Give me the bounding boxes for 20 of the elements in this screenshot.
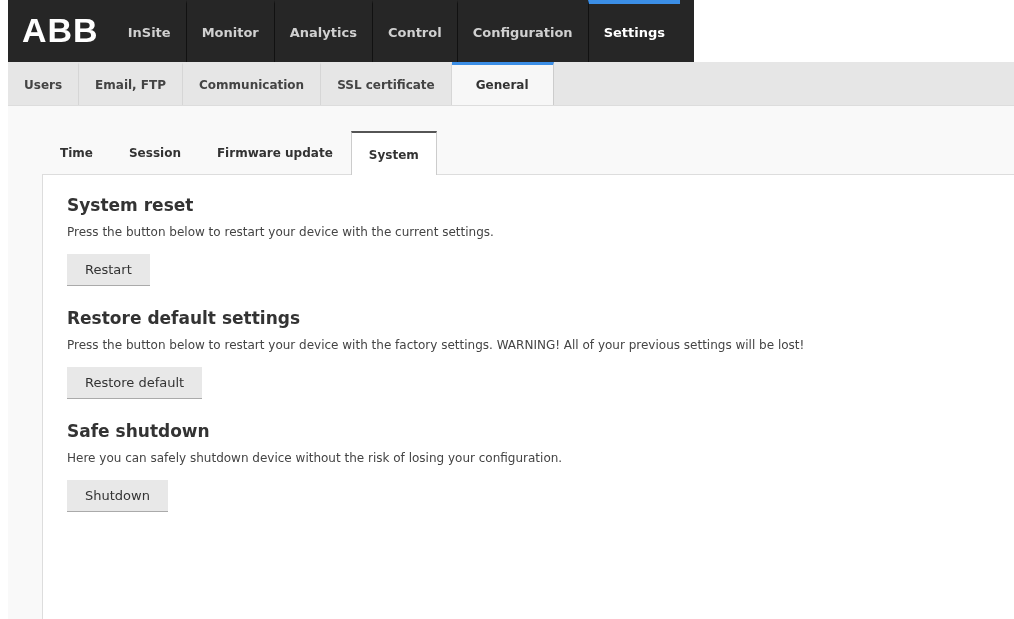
action-button[interactable]: Restore default: [67, 367, 203, 399]
main-nav-tab[interactable]: InSite: [112, 0, 186, 62]
tab[interactable]: Time: [42, 130, 111, 174]
section-title: Restore default settings: [67, 308, 302, 328]
action-button[interactable]: Shutdown: [67, 480, 168, 512]
section-description: Here you can safely shutdown device without the risk of losing your configuration.: [67, 451, 564, 465]
tab[interactable]: Firmware update: [198, 130, 351, 174]
sub-nav-tab[interactable]: General: [451, 62, 554, 105]
sub-nav-tab[interactable]: Email, FTP: [79, 62, 184, 105]
section-title: System reset: [67, 195, 195, 215]
tab[interactable]: Session: [110, 130, 199, 174]
sub-nav-tab[interactable]: Communication: [183, 62, 322, 105]
tab[interactable]: System: [350, 131, 437, 175]
sub-nav-tab[interactable]: SSL certificate: [321, 62, 452, 105]
section-title: Safe shutdown: [67, 421, 211, 441]
section-description: Press the button below to restart your device with the factory settings. WARNING! All of your previous settings will be lost!: [67, 338, 806, 352]
logo: ABB: [21, 11, 100, 52]
action-button[interactable]: Restart: [67, 254, 150, 286]
section-description: Press the button below to restart your device with the current settings.: [67, 225, 495, 239]
sub-nav-tab[interactable]: Users: [8, 62, 80, 105]
